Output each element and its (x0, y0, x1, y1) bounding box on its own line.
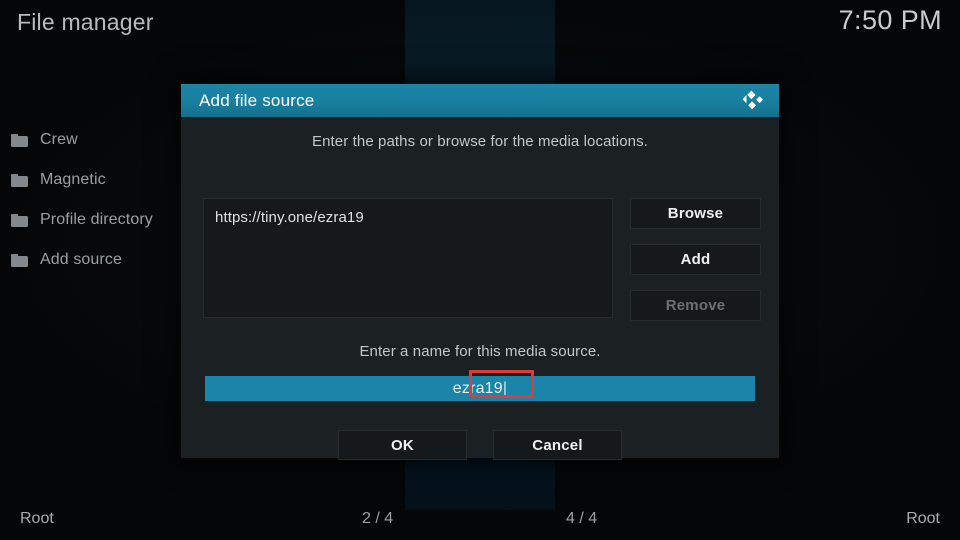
sidebar-item-profile-directory[interactable]: Profile directory (0, 200, 180, 240)
sidebar-item-magnetic[interactable]: Magnetic (0, 160, 180, 200)
paths-hint-label: Enter the paths or browse for the media … (311, 133, 648, 150)
status-left-path: Root (20, 510, 54, 527)
page-title: File manager (17, 9, 154, 35)
dialog-header: Add file source (181, 84, 779, 117)
source-name-value: ezra19 (452, 379, 503, 397)
add-button[interactable]: Add (630, 244, 761, 275)
sidebar-item-label: Profile directory (40, 211, 153, 228)
sidebar-item-label: Magnetic (40, 171, 106, 188)
kodi-logo-icon (739, 88, 765, 114)
folder-icon (11, 173, 28, 187)
text-caret: | (502, 379, 508, 397)
status-left-count: 2 / 4 (362, 510, 394, 527)
folder-icon (11, 213, 28, 227)
paths-input[interactable]: https://tiny.one/ezra19 (203, 198, 613, 318)
kodi-app-window: File manager 7:50 PM Crew Magnetic Profi… (0, 0, 960, 540)
add-file-source-dialog: Add file source Enter the paths or brows… (181, 84, 779, 460)
sidebar-item-label: Add source (40, 251, 122, 268)
browse-button[interactable]: Browse (630, 198, 761, 229)
dialog-body: Enter the paths or browse for the media … (181, 117, 779, 460)
clock: 7:50 PM (838, 5, 942, 35)
sidebar-item-crew[interactable]: Crew (0, 120, 180, 160)
dialog-title: Add file source (199, 90, 315, 110)
name-hint-label: Enter a name for this media source. (359, 343, 601, 360)
folder-icon (11, 133, 28, 147)
status-right-path: Root (906, 510, 940, 527)
sidebar: Crew Magnetic Profile directory Add sour… (0, 120, 180, 280)
paths-row: https://tiny.one/ezra19 Browse Add Remov… (181, 198, 779, 321)
ok-button[interactable]: OK (338, 430, 467, 460)
dialog-action-row: OK Cancel (181, 430, 779, 460)
path-list-item: https://tiny.one/ezra19 (215, 209, 364, 226)
source-name-input[interactable]: ezra19 | (205, 370, 755, 401)
folder-icon (11, 253, 28, 267)
remove-button: Remove (630, 290, 761, 321)
status-bar: Root 2 / 4 4 / 4 Root (0, 500, 960, 540)
status-right-count: 4 / 4 (566, 510, 598, 527)
top-bar: File manager 7:50 PM (0, 0, 960, 52)
sidebar-item-label: Crew (40, 131, 78, 148)
cancel-button[interactable]: Cancel (493, 430, 622, 460)
paths-button-group: Browse Add Remove (630, 198, 761, 336)
sidebar-item-add-source[interactable]: Add source (0, 240, 180, 280)
